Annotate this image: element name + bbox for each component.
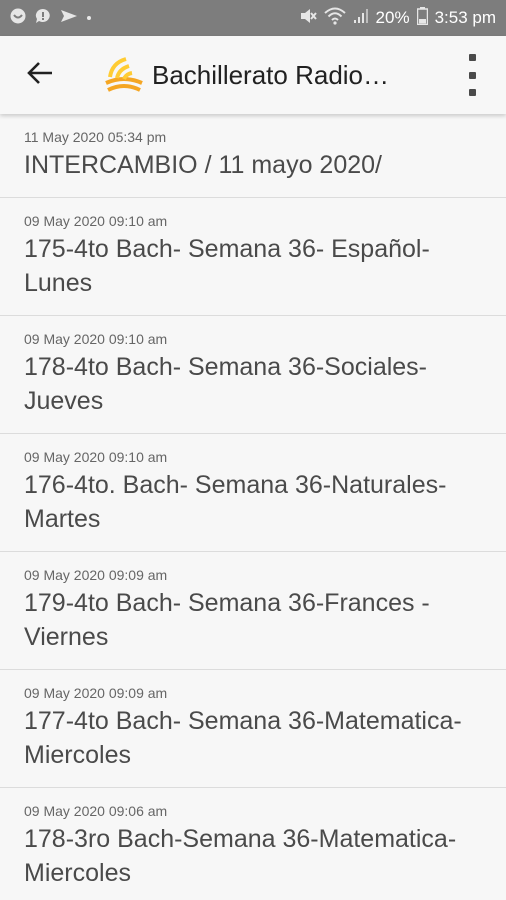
overflow-menu-button[interactable] [460,54,484,96]
list-item[interactable]: 09 May 2020 09:09 am 179-4to Bach- Seman… [0,552,506,670]
battery-icon [416,6,428,30]
status-bar: 20% 3:53 pm [0,0,506,36]
list-item[interactable]: 09 May 2020 09:10 am 176-4to. Bach- Sema… [0,434,506,552]
item-date: 11 May 2020 05:34 pm [24,129,167,145]
battery-percent: 20% [375,8,410,27]
item-title: 178-3ro Bach-Semana 36-Matematica-Mierco… [24,825,457,887]
item-date: 09 May 2020 09:10 am [24,331,168,347]
radio-wave-logo [102,53,146,97]
item-date: 09 May 2020 09:06 am [24,803,168,819]
item-title: 175-4to Bach- Semana 36- Español- Lunes [24,235,430,297]
item-title: 176-4to. Bach- Semana 36-Naturales- Mart… [24,471,447,533]
signal-icon [353,8,369,29]
list-item[interactable]: 09 May 2020 09:10 am 175-4to Bach- Seman… [0,198,506,316]
item-title: 178-4to Bach- Semana 36-Sociales- Jueves [24,353,428,415]
overflow-menu-icon [468,54,476,61]
item-date: 09 May 2020 09:10 am [24,213,168,229]
app-bar: Bachillerato Radio… [0,36,506,114]
status-left-icons [10,8,91,29]
list-item[interactable]: 09 May 2020 09:10 am 178-4to Bach- Seman… [0,316,506,434]
item-title: 179-4to Bach- Semana 36-Frances - Vierne… [24,589,430,651]
notification-icon [10,8,26,29]
overflow-menu-dot [468,71,476,79]
wifi-icon [323,7,346,30]
status-right: 20% 3:53 pm [299,6,496,30]
list-item[interactable]: 11 May 2020 05:34 pm INTERCAMBIO / 11 ma… [0,114,506,198]
episode-list: 11 May 2020 05:34 pm INTERCAMBIO / 11 ma… [0,114,506,900]
mute-icon [299,7,317,30]
back-button[interactable] [0,36,80,114]
item-title: INTERCAMBIO / 11 mayo 2020/ [24,151,382,179]
item-title: 177-4to Bach- Semana 36-Matematica- Mier… [24,707,462,769]
status-time: 3:53 pm [434,8,496,27]
dot-icon [87,16,91,20]
list-item[interactable]: 09 May 2020 09:06 am 178-3ro Bach-Semana… [0,788,506,900]
item-date: 09 May 2020 09:10 am [24,449,168,465]
back-arrow-icon [27,61,53,90]
send-icon [60,9,78,28]
list-item[interactable]: 09 May 2020 09:09 am 177-4to Bach- Seman… [0,670,506,788]
app-title: Bachillerato Radio… [152,59,390,90]
chat-icon [35,8,51,29]
item-date: 09 May 2020 09:09 am [24,685,168,701]
item-date: 09 May 2020 09:09 am [24,567,168,583]
overflow-menu-dot [468,89,476,96]
